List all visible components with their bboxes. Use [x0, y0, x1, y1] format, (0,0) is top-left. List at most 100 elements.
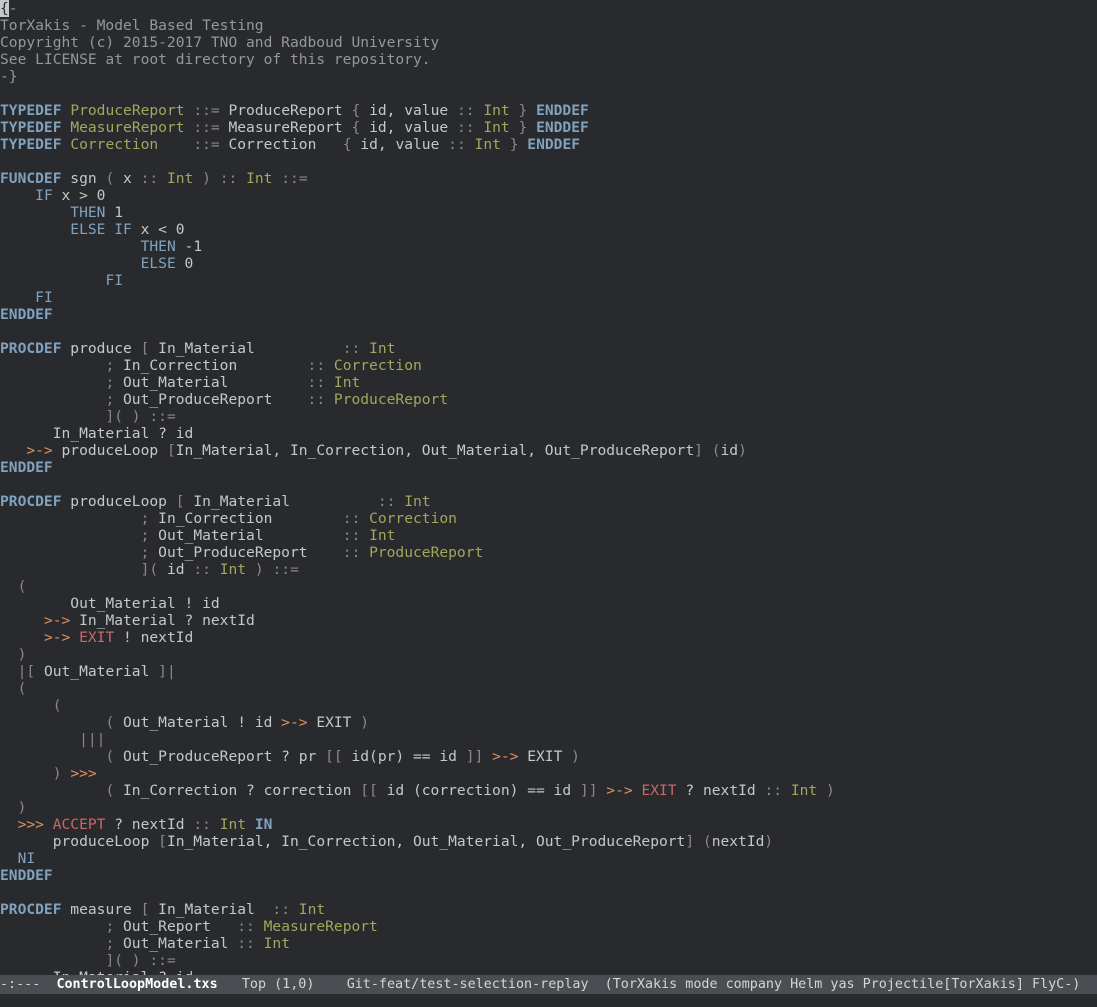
code-line[interactable] — [0, 85, 1097, 102]
code-line[interactable]: ( — [0, 578, 1097, 595]
code-line[interactable]: ELSE 0 — [0, 255, 1097, 272]
code-line[interactable] — [0, 153, 1097, 170]
code-line[interactable]: THEN 1 — [0, 204, 1097, 221]
code-token: ]] — [579, 782, 598, 799]
code-token: :: — [448, 136, 466, 153]
code-line[interactable]: ||| — [0, 731, 1097, 748]
code-line[interactable]: TYPEDEF ProduceReport ::= ProduceReport … — [0, 102, 1097, 119]
code-token: Int — [483, 119, 510, 136]
code-line[interactable]: ; Out_Report :: MeasureReport — [0, 918, 1097, 935]
code-token: Out_Material ! id — [114, 714, 282, 731]
code-line[interactable]: >-> In_Material ? nextId — [0, 612, 1097, 629]
code-line[interactable]: -} — [0, 68, 1097, 85]
echo-area[interactable] — [0, 994, 1097, 1007]
code-line[interactable] — [0, 884, 1097, 901]
code-token: ! nextId — [114, 629, 194, 646]
code-line[interactable]: See LICENSE at root directory of this re… — [0, 51, 1097, 68]
code-line[interactable]: >-> EXIT ! nextId — [0, 629, 1097, 646]
code-token: id, value — [351, 136, 449, 153]
code-token: :: — [237, 935, 255, 952]
code-line[interactable]: |[ Out_Material ]| — [0, 663, 1097, 680]
modeline-buffer-name[interactable]: ControlLoopModel.txs — [56, 977, 217, 992]
code-line[interactable]: ( Out_ProduceReport ? pr [[ id(pr) == id… — [0, 748, 1097, 765]
code-line[interactable]: TorXakis - Model Based Testing — [0, 17, 1097, 34]
code-token: ] ( — [685, 833, 712, 850]
code-line[interactable]: ; Out_Material :: Int — [0, 527, 1097, 544]
code-line[interactable]: ; Out_Material :: Int — [0, 374, 1097, 391]
code-token: produceLoop — [0, 833, 159, 850]
code-line[interactable]: ; In_Correction :: Correction — [0, 357, 1097, 374]
code-line[interactable]: ELSE IF x < 0 — [0, 221, 1097, 238]
code-token: :: — [456, 119, 475, 136]
code-line[interactable]: In_Material ? id — [0, 969, 1097, 975]
code-token: THEN — [70, 204, 106, 221]
code-line[interactable]: ]( ) ::= — [0, 408, 1097, 425]
code-line[interactable]: ( — [0, 680, 1097, 697]
code-token: ::= — [272, 561, 299, 578]
code-token: ; — [105, 357, 115, 374]
code-token: EXIT — [518, 748, 572, 765]
code-token: Out_Material — [114, 935, 238, 952]
code-line[interactable]: ]( ) ::= — [0, 952, 1097, 969]
code-line[interactable]: ENDDEF — [0, 306, 1097, 323]
code-line[interactable]: PROCDEF produceLoop [ In_Material :: Int — [0, 493, 1097, 510]
code-line[interactable]: Copyright (c) 2015-2017 TNO and Radboud … — [0, 34, 1097, 51]
code-line[interactable]: FUNCDEF sgn ( x :: Int ) :: Int ::= — [0, 170, 1097, 187]
code-line[interactable]: TYPEDEF MeasureReport ::= MeasureReport … — [0, 119, 1097, 136]
editor-buffer[interactable]: {- TorXakis - Model Based Testing Copyrigh… — [0, 0, 1097, 975]
code-line[interactable]: In_Material ? id — [0, 425, 1097, 442]
code-line[interactable]: NI — [0, 850, 1097, 867]
code-line[interactable]: ; In_Correction :: Correction — [0, 510, 1097, 527]
code-line[interactable] — [0, 476, 1097, 493]
code-line[interactable]: ( In_Correction ? correction [[ id (corr… — [0, 782, 1097, 799]
code-token: ELSE IF — [70, 221, 132, 238]
code-line[interactable]: PROCDEF measure [ In_Material :: Int — [0, 901, 1097, 918]
code-line[interactable]: {- — [0, 0, 1097, 17]
code-token: ProduceReport — [369, 544, 484, 561]
code-line[interactable]: produceLoop [In_Material, In_Correction,… — [0, 833, 1097, 850]
code-line[interactable]: ; Out_ProduceReport :: ProduceReport — [0, 544, 1097, 561]
code-line[interactable]: TYPEDEF Correction ::= Correction { id, … — [0, 136, 1097, 153]
modeline-vc-branch[interactable]: Git-feat/test-selection-replay — [347, 977, 589, 992]
code-token: Out_ProduceReport — [149, 544, 343, 561]
code-line[interactable]: >-> produceLoop [In_Material, In_Correct… — [0, 442, 1097, 459]
code-line[interactable]: ; Out_Material :: Int — [0, 935, 1097, 952]
code-line[interactable]: THEN -1 — [0, 238, 1097, 255]
code-token: nextId — [711, 833, 765, 850]
code-line[interactable]: ; Out_ProduceReport :: ProduceReport — [0, 391, 1097, 408]
code-line[interactable]: >>> ACCEPT ? nextId :: Int IN — [0, 816, 1097, 833]
code-token: ) — [52, 765, 62, 782]
code-line[interactable]: ) >>> — [0, 765, 1097, 782]
code-line[interactable]: ( Out_Material ! id >-> EXIT ) — [0, 714, 1097, 731]
code-line[interactable] — [0, 323, 1097, 340]
code-line[interactable]: PROCDEF produce [ In_Material :: Int — [0, 340, 1097, 357]
code-token: ENDDEF — [0, 306, 53, 323]
code-token: >>> — [17, 816, 44, 833]
code-line[interactable]: ) — [0, 646, 1097, 663]
code-line[interactable]: ENDDEF — [0, 867, 1097, 884]
code-line[interactable]: ( — [0, 697, 1097, 714]
code-line[interactable]: ]( id :: Int ) ::= — [0, 561, 1097, 578]
code-line[interactable]: FI — [0, 289, 1097, 306]
code-line[interactable]: FI — [0, 272, 1097, 289]
code-line[interactable]: IF x > 0 — [0, 187, 1097, 204]
code-line[interactable]: ) — [0, 799, 1097, 816]
code-line[interactable]: Out_Material ! id — [0, 595, 1097, 612]
modeline-minor-modes[interactable]: (TorXakis mode company Helm yas Projecti… — [605, 977, 1081, 992]
code-token: FI — [105, 272, 124, 289]
code-line[interactable]: ENDDEF — [0, 459, 1097, 476]
code-token: :: — [272, 901, 290, 918]
code-token: ) — [571, 748, 580, 765]
